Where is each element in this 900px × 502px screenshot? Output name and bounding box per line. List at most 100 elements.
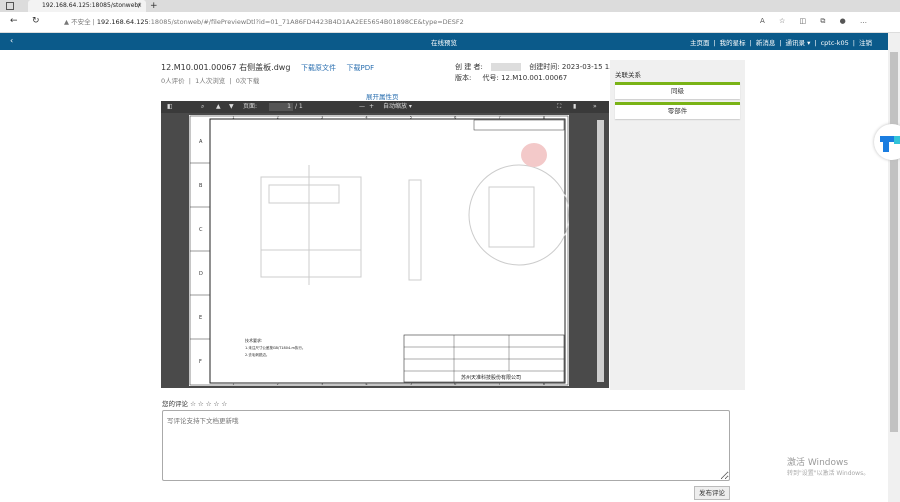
version-label: 版本:	[455, 74, 472, 82]
row-label: A	[199, 139, 203, 145]
column-label: 2	[277, 382, 279, 386]
more-icon[interactable]: …	[860, 17, 867, 25]
browser-tab-bar: 192.168.64.125:18085/stonweb/× +	[0, 0, 900, 12]
tools-icon[interactable]: »	[593, 101, 597, 113]
collections-icon[interactable]: ⧉	[820, 17, 825, 25]
read-aloud-icon[interactable]: A	[760, 17, 765, 25]
code-value: 12.M10.001.00067	[501, 74, 568, 82]
zoom-select[interactable]: 自动缩放 ▾	[383, 101, 412, 113]
nav-logout[interactable]: 注销	[859, 39, 872, 47]
nav-home[interactable]: 主页面	[690, 39, 710, 47]
note-1: 1.未注尺寸公差按GB/T1804-m执行。	[245, 345, 305, 350]
comment-header: 您的评论 ☆☆☆☆☆	[162, 398, 229, 408]
profile-icon[interactable]: ●	[840, 17, 846, 25]
next-page-icon[interactable]: ▼	[229, 101, 234, 113]
drawing-page: 苏州天准科技股份有限公司 技术要求: 1.未注尺寸公差按GB/T1804-m执行…	[189, 115, 570, 386]
browser-tab[interactable]: 192.168.64.125:18085/stonweb/×	[28, 0, 146, 12]
column-label: 2	[277, 116, 279, 120]
presentation-icon[interactable]: ⛶	[557, 101, 561, 113]
column-label: 6	[454, 116, 456, 120]
pdf-toolbar: ◧ ⌕ ▲ ▼ 页面: 1 / 1 — + 自动缩放 ▾ ⛶ ▮ »	[161, 101, 609, 113]
relations-panel: 关联关系 同级 零部件	[610, 60, 745, 390]
prev-page-icon[interactable]: ▲	[216, 101, 221, 113]
downloads-count: 0次下载	[235, 77, 260, 85]
page-scrollbar-thumb[interactable]	[890, 52, 898, 432]
relations-title: 关联关系	[615, 71, 641, 79]
note-2: 2.去毛刺锐边。	[245, 352, 269, 357]
row-label: E	[199, 315, 202, 321]
file-meta-2: 版本: 代号: 12.M10.001.00067	[455, 73, 567, 83]
zoom-out-icon[interactable]: —	[359, 101, 365, 113]
refresh-icon[interactable]: ↻	[32, 16, 40, 26]
nav-messages[interactable]: 新消息	[756, 39, 776, 47]
file-name: 12.M10.001.00067 右侧盖板.dwg	[161, 63, 291, 72]
notes-title: 技术要求:	[245, 337, 262, 343]
split-icon[interactable]: ◫	[800, 17, 807, 25]
page-total: / 1	[295, 103, 303, 110]
viewer-scrollbar[interactable]	[597, 120, 604, 382]
url-host: 192.168.64.125	[96, 18, 149, 26]
nav-links: 主页面 | 我的星标 | 新消息 | 通讯录 ▾ | cptc-k05 | 注销	[689, 39, 872, 47]
url-field[interactable]: ▲ 不安全 | 192.168.64.125:18085/stonweb/#/f…	[64, 16, 464, 29]
row-label: C	[199, 227, 203, 233]
creator-blurred	[491, 63, 522, 71]
column-label: 8	[543, 382, 545, 386]
floating-assistant-button[interactable]	[874, 124, 900, 160]
column-label: 8	[543, 116, 545, 120]
column-label: 3	[321, 116, 323, 120]
created-label: 创建时间:	[529, 63, 560, 71]
assistant-logo-icon	[880, 136, 900, 152]
column-label: 7	[498, 116, 500, 120]
stamp-seal	[521, 143, 547, 167]
zoom-value: 自动缩放	[383, 103, 408, 110]
row-label: D	[199, 271, 203, 277]
close-tab-icon[interactable]: ×	[137, 0, 142, 12]
column-label: 3	[321, 382, 323, 386]
page-number-input[interactable]: 1	[269, 103, 293, 111]
expand-properties-link[interactable]: 展开属性页	[366, 91, 399, 101]
download-pdf-link[interactable]: 下载PDF	[347, 64, 375, 72]
zoom-in-icon[interactable]: +	[369, 101, 374, 113]
creator-label: 创 建 者:	[455, 63, 483, 71]
url-path: :18085/stonweb/#/filePreviewDtl?id=01_71…	[148, 18, 464, 26]
back-icon[interactable]: ←	[10, 16, 18, 26]
views-count: 1人次浏览	[195, 77, 226, 85]
row-label: B	[199, 183, 203, 189]
top-nav: ‹ 在线预览 主页面 | 我的星标 | 新消息 | 通讯录 ▾ | cptc-k05 | 注销	[0, 33, 888, 50]
column-label: 1	[232, 116, 234, 120]
nav-contacts[interactable]: 通讯录 ▾	[786, 39, 811, 47]
cad-drawing: 苏州天准科技股份有限公司 技术要求: 1.未注尺寸公差按GB/T1804-m执行…	[189, 116, 570, 386]
comment-label: 您的评论	[162, 400, 188, 408]
column-label: 5	[410, 116, 412, 120]
search-icon[interactable]: ⌕	[201, 101, 204, 113]
file-header: 12.M10.001.00067 右侧盖板.dwg 下载原文件 下载PDF	[161, 62, 374, 73]
company-name: 苏州天准科技股份有限公司	[461, 374, 521, 381]
submit-comment-button[interactable]: 发布评论	[694, 486, 730, 500]
favorites-icon[interactable]: ☆	[779, 17, 785, 25]
nav-starred[interactable]: 我的星标	[720, 39, 746, 47]
nav-user[interactable]: cptc-k05	[821, 39, 849, 47]
tab-title: 192.168.64.125:18085/stonweb/	[42, 2, 141, 9]
siblings-button[interactable]: 同级	[615, 82, 740, 99]
rating-stars[interactable]: ☆☆☆☆☆	[190, 400, 229, 408]
windows-activation-hint: 转到"设置"以激活 Windows。	[787, 470, 870, 477]
column-label: 7	[498, 382, 500, 386]
new-tab-icon[interactable]: +	[150, 0, 158, 12]
ratings-count: 0人评价	[161, 77, 185, 85]
parts-button[interactable]: 零部件	[615, 102, 740, 119]
page-label: 页面:	[243, 103, 258, 110]
download-original-link[interactable]: 下载原文件	[301, 64, 336, 72]
tab-actions-icon[interactable]	[6, 2, 14, 10]
browser-toolbar-icons[interactable]: A ☆ ◫ ⧉ ● …	[760, 17, 867, 26]
file-stats: 0人评价 | 1人次浏览 | 0次下载	[161, 77, 260, 85]
code-label: 代号:	[482, 74, 499, 82]
bookmark-icon[interactable]: ▮	[573, 101, 576, 113]
insecure-label: 不安全	[71, 18, 91, 26]
windows-activation-title: 激活 Windows	[787, 458, 849, 468]
comment-input[interactable]	[162, 410, 730, 481]
row-label: F	[199, 359, 202, 365]
column-label: 5	[410, 382, 412, 386]
column-label: 1	[232, 382, 234, 386]
sidebar-toggle-icon[interactable]: ◧	[167, 101, 173, 113]
column-label: 6	[454, 382, 456, 386]
